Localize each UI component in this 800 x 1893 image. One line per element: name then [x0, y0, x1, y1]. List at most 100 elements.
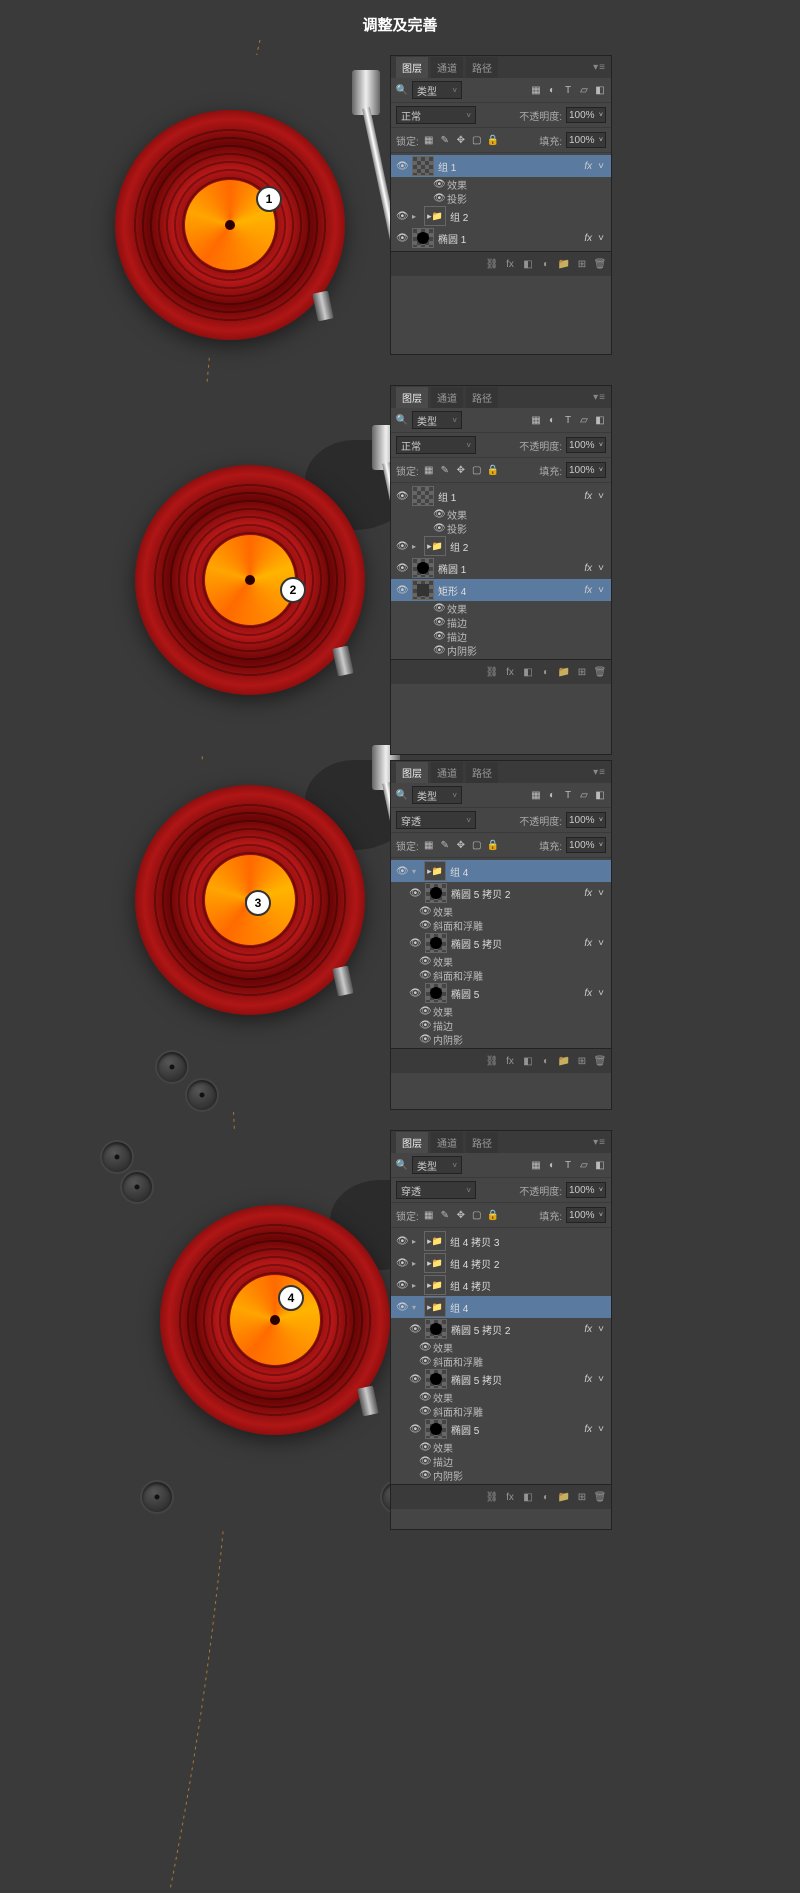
visibility-icon[interactable]: 👁: [409, 988, 421, 999]
opacity-value[interactable]: 100%: [566, 1182, 606, 1198]
trash-icon[interactable]: 🗑: [594, 1055, 606, 1067]
lock-move-icon[interactable]: ✥: [455, 134, 467, 146]
effect-item[interactable]: 👁描边: [391, 1454, 611, 1468]
chevron-icon[interactable]: ˅: [598, 1424, 604, 1435]
lock-all-icon[interactable]: 🔒: [487, 839, 499, 851]
chevron-icon[interactable]: ˅: [598, 563, 604, 574]
adjust-icon[interactable]: ◐: [540, 1055, 552, 1067]
effect-item[interactable]: 👁描边: [391, 1018, 611, 1032]
lock-brush-icon[interactable]: ✎: [439, 1209, 451, 1221]
lock-all-icon[interactable]: 🔒: [487, 464, 499, 476]
effect-item[interactable]: 👁描边: [391, 629, 611, 643]
layer-row[interactable]: 👁 椭圆 1 fx˅: [391, 557, 611, 579]
opacity-value[interactable]: 100%: [566, 812, 606, 828]
blend-mode-select[interactable]: 穿透: [396, 811, 476, 829]
lock-artboard-icon[interactable]: ▢: [471, 1209, 483, 1221]
layer-row[interactable]: 👁 椭圆 5 拷贝 fx˅: [391, 932, 611, 954]
filter-kind-select[interactable]: 类型: [412, 81, 462, 99]
layer-row[interactable]: 👁 ▸ 组 4 拷贝 2: [391, 1252, 611, 1274]
filter-pixel-icon[interactable]: ▦: [530, 1159, 542, 1171]
effect-item[interactable]: 👁内阴影: [391, 643, 611, 657]
effect-item[interactable]: 👁斜面和浮雕: [391, 1354, 611, 1368]
link-icon[interactable]: ⛓: [486, 258, 498, 270]
blend-mode-select[interactable]: 正常: [396, 106, 476, 124]
tab-channels[interactable]: 通道: [431, 387, 463, 408]
chevron-icon[interactable]: ˅: [598, 938, 604, 949]
fx-icon[interactable]: fx: [504, 258, 516, 270]
new-icon[interactable]: ⊞: [576, 258, 588, 270]
tab-channels[interactable]: 通道: [431, 762, 463, 783]
lock-move-icon[interactable]: ✥: [455, 839, 467, 851]
fold-icon[interactable]: ▾: [412, 1303, 420, 1312]
opacity-value[interactable]: 100%: [566, 107, 606, 123]
visibility-icon[interactable]: 👁: [396, 491, 408, 502]
fx-icon[interactable]: fx: [504, 666, 516, 678]
lock-brush-icon[interactable]: ✎: [439, 839, 451, 851]
fill-value[interactable]: 100%: [566, 1207, 606, 1223]
filter-adjust-icon[interactable]: ◐: [546, 1159, 558, 1171]
fold-icon[interactable]: ▸: [412, 212, 420, 221]
filter-kind-select[interactable]: 类型: [412, 786, 462, 804]
fold-icon[interactable]: ▾: [412, 867, 420, 876]
visibility-icon[interactable]: 👁: [396, 161, 408, 172]
tab-paths[interactable]: 路径: [466, 762, 498, 783]
effect-item[interactable]: 👁内阴影: [391, 1468, 611, 1482]
effect-item[interactable]: 👁效果: [391, 1390, 611, 1404]
chevron-icon[interactable]: ˅: [598, 161, 604, 172]
effect-item[interactable]: 👁斜面和浮雕: [391, 1404, 611, 1418]
filter-pixel-icon[interactable]: ▦: [530, 84, 542, 96]
tab-layers[interactable]: 图层: [396, 387, 428, 408]
filter-shape-icon[interactable]: ▱: [578, 789, 590, 801]
filter-shape-icon[interactable]: ▱: [578, 84, 590, 96]
effect-item[interactable]: 👁效果: [391, 1340, 611, 1354]
trash-icon[interactable]: 🗑: [594, 1491, 606, 1503]
effect-item[interactable]: 👁效果: [391, 601, 611, 615]
lock-move-icon[interactable]: ✥: [455, 1209, 467, 1221]
visibility-icon[interactable]: 👁: [396, 585, 408, 596]
filter-shape-icon[interactable]: ▱: [578, 414, 590, 426]
lock-artboard-icon[interactable]: ▢: [471, 134, 483, 146]
blend-mode-select[interactable]: 穿透: [396, 1181, 476, 1199]
search-icon[interactable]: 🔍: [396, 789, 408, 801]
lock-artboard-icon[interactable]: ▢: [471, 839, 483, 851]
search-icon[interactable]: 🔍: [396, 1159, 408, 1171]
effect-item[interactable]: 👁效果: [391, 1440, 611, 1454]
blend-mode-select[interactable]: 正常: [396, 436, 476, 454]
layer-row[interactable]: 👁 ▾ 组 4: [391, 1296, 611, 1318]
visibility-icon[interactable]: 👁: [396, 1236, 408, 1247]
lock-brush-icon[interactable]: ✎: [439, 134, 451, 146]
effect-item[interactable]: 👁效果: [391, 954, 611, 968]
layer-row[interactable]: 👁 矩形 4 fx˅: [391, 579, 611, 601]
trash-icon[interactable]: 🗑: [594, 666, 606, 678]
filter-type-icon[interactable]: T: [562, 1159, 574, 1171]
mask-icon[interactable]: ◧: [522, 666, 534, 678]
new-icon[interactable]: ⊞: [576, 666, 588, 678]
visibility-icon[interactable]: 👁: [396, 1258, 408, 1269]
group-icon[interactable]: 📁: [558, 1055, 570, 1067]
visibility-icon[interactable]: 👁: [396, 541, 408, 552]
filter-adjust-icon[interactable]: ◐: [546, 84, 558, 96]
layer-row[interactable]: 👁 椭圆 5 fx˅: [391, 1418, 611, 1440]
lock-all-icon[interactable]: 🔒: [487, 1209, 499, 1221]
effect-item[interactable]: 👁效果: [391, 177, 611, 191]
layer-row[interactable]: 👁 ▸ 组 4 拷贝 3: [391, 1230, 611, 1252]
layer-row[interactable]: 👁 椭圆 1 fx˅: [391, 227, 611, 249]
tab-paths[interactable]: 路径: [466, 1132, 498, 1153]
filter-shape-icon[interactable]: ▱: [578, 1159, 590, 1171]
effect-item[interactable]: 👁内阴影: [391, 1032, 611, 1046]
visibility-icon[interactable]: 👁: [396, 211, 408, 222]
lock-pixel-icon[interactable]: ▦: [423, 839, 435, 851]
lock-all-icon[interactable]: 🔒: [487, 134, 499, 146]
layer-row[interactable]: 👁 组 1 fx˅: [391, 485, 611, 507]
visibility-icon[interactable]: 👁: [409, 1324, 421, 1335]
chevron-icon[interactable]: ˅: [598, 491, 604, 502]
visibility-icon[interactable]: 👁: [409, 938, 421, 949]
new-icon[interactable]: ⊞: [576, 1055, 588, 1067]
filter-kind-select[interactable]: 类型: [412, 1156, 462, 1174]
layer-row[interactable]: 👁 ▸ 组 2: [391, 535, 611, 557]
tab-paths[interactable]: 路径: [466, 387, 498, 408]
fold-icon[interactable]: ▸: [412, 1237, 420, 1246]
group-icon[interactable]: 📁: [558, 258, 570, 270]
visibility-icon[interactable]: 👁: [409, 1374, 421, 1385]
layer-row[interactable]: 👁 椭圆 5 拷贝 fx˅: [391, 1368, 611, 1390]
